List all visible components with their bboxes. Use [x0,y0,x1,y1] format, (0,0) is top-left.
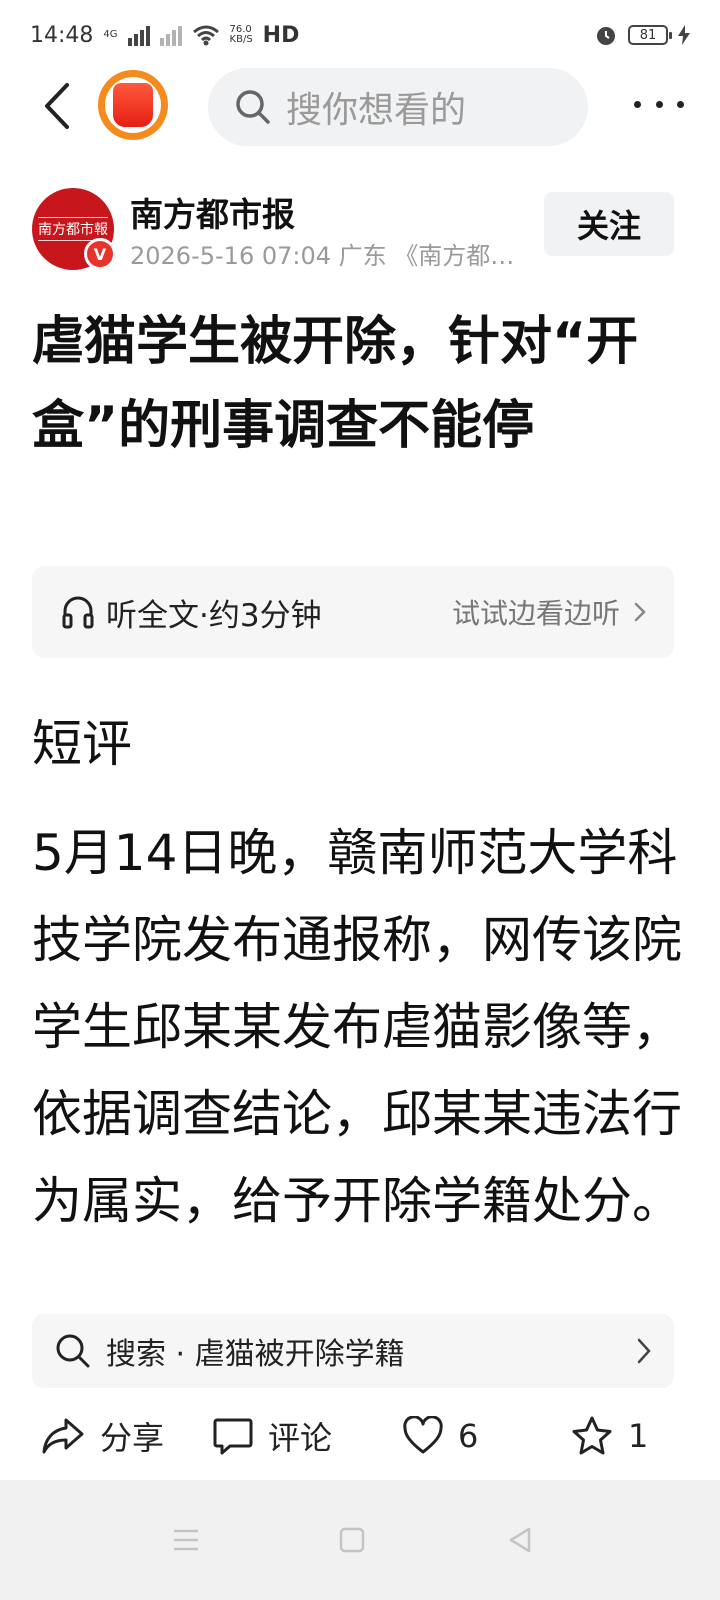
net-speed: 76.0 KB/S [230,25,253,45]
status-left: 14:48 4G 76.0 KB/S HD [30,23,299,48]
search-placeholder: 搜你想看的 [286,90,467,131]
favorite-button[interactable]: 1 [570,1396,648,1476]
listen-label: 听全文·约3分钟 [106,597,322,634]
network-type: 4G [103,30,117,40]
more-dot-icon [634,100,641,108]
more-button[interactable] [634,84,684,124]
article-body-container: 5月14日晚，赣南师范大学科技学院发布通报称，网传该院学生邱某某发布虐猫影像等，… [32,810,682,1310]
back-button[interactable] [36,80,76,132]
favorite-count: 1 [628,1417,649,1455]
status-right: 81 [594,23,690,47]
home-square-icon [339,1527,365,1553]
battery-icon: 81 [628,25,672,45]
search-icon [236,90,270,124]
share-button[interactable]: 分享 [40,1396,164,1476]
follow-button[interactable]: 关注 [544,192,674,256]
home-button[interactable] [322,1510,382,1570]
star-icon [572,1416,612,1455]
article-title: 虐猫学生被开除，针对“开盒”的刑事调查不能停 [32,312,639,456]
chevron-right-icon [637,1338,651,1364]
status-bar: 14:48 4G 76.0 KB/S HD 81 [0,0,720,70]
search-input[interactable]: 搜你想看的 [208,68,588,146]
section-title: 短评 [32,715,132,773]
charging-icon [678,25,690,45]
listen-bar[interactable]: 听全文·约3分钟 试试边看边听 [32,566,674,658]
system-back-button[interactable] [490,1510,550,1570]
comment-icon [213,1418,253,1455]
app-logo-button[interactable] [98,70,168,140]
menu-icon [174,1529,198,1551]
related-search-label: 搜索 · 虐猫被开除学籍 [106,1337,405,1372]
comment-label: 评论 [268,1419,333,1457]
signal-2-icon [159,24,182,46]
triangle-back-icon [509,1527,531,1553]
more-dot-icon [655,100,663,108]
verified-badge: V [84,238,116,270]
article-body: 5月14日晚，赣南师范大学科技学院发布通报称，网传该院学生邱某某发布虐猫影像等，… [32,824,682,1230]
alarm-icon [597,27,615,45]
net-speed-unit: KB/S [229,34,253,45]
related-search-bar[interactable]: 搜索 · 虐猫被开除学籍 [32,1314,674,1388]
listen-action-label: 试试边看边听 [451,597,620,630]
hd-label: HD [262,22,300,48]
more-dot-icon [677,100,684,108]
status-time: 14:48 [30,22,94,48]
cup-icon [113,83,153,127]
recents-button[interactable] [156,1510,216,1570]
wifi-icon [192,25,219,46]
signal-icon [127,24,150,46]
battery-level: 81 [639,27,657,43]
heart-icon [403,1416,443,1454]
headphones-icon [62,596,94,629]
network-type-label: 4G [103,29,118,40]
share-label: 分享 [100,1419,165,1457]
chevron-right-icon [634,602,646,622]
app-logo-inner [105,77,161,133]
comment-button[interactable]: 评论 [212,1396,332,1476]
share-icon [42,1418,84,1454]
like-button[interactable]: 6 [402,1396,478,1476]
author-name[interactable]: 南方都市报 [130,188,295,236]
chevron-left-icon [45,83,69,129]
action-bar: 分享 评论 6 1 [0,1396,720,1476]
system-nav-bar [0,1480,720,1600]
like-count: 6 [458,1417,479,1455]
listen-action[interactable]: 试试边看边听 [452,592,646,632]
author-row: 南方都市報 V 南方都市报 2026-5-16 07:04 广东 《南方都市报》… [0,184,720,274]
search-icon [56,1334,90,1368]
author-meta: 2026-5-16 07:04 广东 《南方都市报》 [130,242,520,270]
listen-left: 听全文·约3分钟 [60,590,322,635]
top-nav: 搜你想看的 [0,66,720,146]
